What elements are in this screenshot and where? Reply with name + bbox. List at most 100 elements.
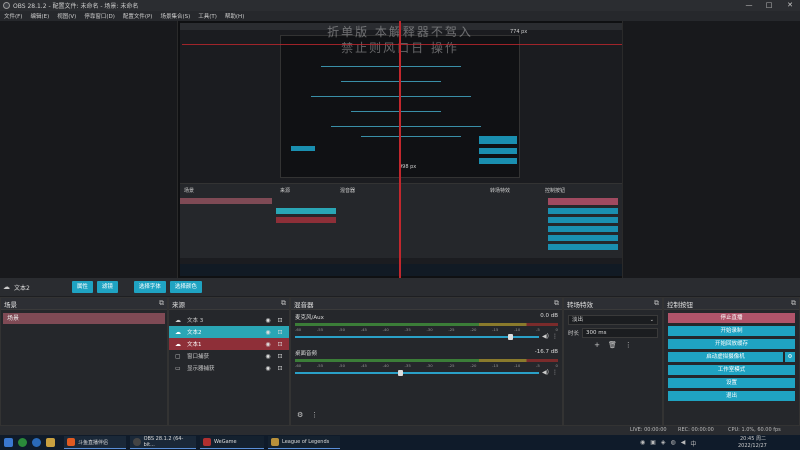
close-button[interactable]: ✕ [780, 0, 800, 11]
gear-icon[interactable]: ⚙ [297, 411, 303, 419]
filters-button[interactable]: 滤镜 [96, 281, 118, 293]
channel-name: 麦克风/Aux [295, 315, 324, 321]
browser-icon[interactable] [18, 438, 27, 447]
dock-float-icon[interactable]: ⧉ [159, 299, 164, 308]
start-replay-buffer-button[interactable]: 开始回放缓存 [668, 339, 795, 349]
source-item-window-capture[interactable]: ▢ 窗口捕获 ◉ ⊡ [169, 350, 289, 362]
speaker-icon[interactable]: ◀) [542, 333, 549, 340]
menu-tools[interactable]: 工具(T) [198, 12, 217, 20]
lock-icon[interactable]: ⊡ [274, 353, 286, 360]
lock-icon[interactable]: ⊡ [274, 317, 286, 324]
stop-streaming-button[interactable]: 停止直播 [668, 313, 795, 323]
settings-button[interactable]: 设置 [668, 378, 795, 388]
window-icon: ▢ [175, 352, 181, 360]
clock-date[interactable]: 2022/12/27 [738, 443, 767, 450]
select-color-button[interactable]: 选择颜色 [169, 281, 202, 293]
more-options-icon[interactable]: ⋮ [552, 369, 558, 376]
input-method-icon[interactable]: 中 [690, 439, 696, 448]
taskbar-app-douyu[interactable]: 斗鱼直播伴侣 [64, 436, 126, 449]
visibility-eye-icon[interactable]: ◉ [262, 353, 274, 360]
menu-docks[interactable]: 停靠窗口(D) [84, 12, 115, 20]
volume-slider[interactable] [295, 369, 540, 376]
menu-view[interactable]: 视图(V) [57, 12, 76, 20]
scale-tick: -55 [316, 327, 324, 332]
studio-mode-button[interactable]: 工作室模式 [668, 365, 795, 375]
audio-meter [295, 359, 558, 362]
menu-edit[interactable]: 编辑(E) [30, 12, 49, 20]
source-label: 窗口捕获 [187, 354, 210, 360]
network-icon[interactable]: ◍ [671, 439, 676, 448]
channel-name: 桌面音频 [295, 351, 318, 357]
lock-icon[interactable]: ⊡ [274, 329, 286, 336]
more-options-icon[interactable]: ⋮ [552, 333, 558, 340]
scale-tick: -55 [316, 363, 324, 368]
window-title: OBS 28.1.2 - 配置文件: 未命名 - 场景: 未命名 [13, 3, 139, 10]
visibility-eye-icon[interactable]: ◉ [262, 341, 274, 348]
obs-logo-icon [3, 2, 10, 9]
dock-float-icon[interactable]: ⧉ [654, 299, 659, 308]
scale-tick: -25 [448, 363, 455, 368]
scenes-dock: 场景 ⧉ 场景 [0, 297, 168, 426]
file-explorer-icon[interactable] [46, 438, 55, 447]
nested-docks: 场景 来源 混音器 转场特效 控制按钮 [180, 183, 622, 258]
lock-icon[interactable]: ⊡ [274, 341, 286, 348]
tray-icon[interactable]: ▣ [650, 439, 656, 448]
lock-icon[interactable]: ⊡ [274, 365, 286, 372]
minimize-button[interactable]: — [739, 0, 759, 11]
scale-tick: -35 [404, 327, 411, 332]
more-options-icon[interactable]: ⋮ [311, 411, 318, 419]
windows-start-icon[interactable] [4, 438, 13, 447]
transition-select[interactable]: 淡出 ⌄ [568, 315, 658, 325]
selected-source-name: 文本2 [14, 284, 30, 292]
taskbar-app-lol[interactable]: League of Legends [268, 436, 340, 449]
duration-input[interactable]: 300 ms [582, 328, 658, 338]
menu-bar: 文件(F) 编辑(E) 视图(V) 停靠窗口(D) 配置文件(P) 场景集合(S… [0, 11, 800, 21]
clock-time[interactable]: 20:45 周二 [740, 436, 766, 443]
menu-profile[interactable]: 配置文件(P) [123, 12, 153, 20]
volume-slider[interactable] [295, 333, 540, 340]
taskbar-app-wegame[interactable]: WeGame [200, 436, 264, 449]
preview-canvas[interactable]: 774 px 998 px 场景 来源 混音器 转场特效 控制按钮 折单版 本解… [177, 21, 623, 278]
menu-file[interactable]: 文件(F) [4, 12, 22, 20]
taskbar-app-label: OBS 28.1.2 (64-bit... [143, 436, 184, 448]
preview-area[interactable]: 774 px 998 px 场景 来源 混音器 转场特效 控制按钮 折单版 本解… [0, 21, 800, 278]
menu-help[interactable]: 帮助(H) [225, 12, 244, 20]
start-virtual-camera-button[interactable]: 启动虚拟摄像机 [668, 352, 783, 362]
maximize-button[interactable]: □ [759, 0, 779, 11]
volume-slider-handle[interactable] [507, 333, 513, 340]
exit-button[interactable]: 退出 [668, 391, 795, 401]
dock-float-icon[interactable]: ⧉ [791, 299, 796, 308]
volume-slider-handle[interactable] [397, 369, 403, 376]
start-recording-button[interactable]: 开始录制 [668, 326, 795, 336]
tray-icon[interactable]: ◉ [640, 439, 645, 448]
properties-button[interactable]: 属性 [71, 281, 93, 293]
speaker-icon[interactable]: ◀) [542, 369, 549, 376]
meter-scale: -60 -55 -50 -45 -40 -35 -30 -25 -20 -15 -10 -5 0 [295, 327, 558, 332]
more-options-icon[interactable]: ⋮ [625, 341, 632, 349]
trash-icon[interactable]: 🗑 [608, 341, 617, 349]
scene-item[interactable]: 场景 [3, 313, 165, 324]
add-icon[interactable]: + [594, 341, 600, 349]
dock-float-icon[interactable]: ⧉ [554, 299, 559, 308]
visibility-eye-icon[interactable]: ◉ [262, 365, 274, 372]
visibility-eye-icon[interactable]: ◉ [262, 329, 274, 336]
source-item-display-capture[interactable]: ▭ 显示器捕获 ◉ ⊡ [169, 362, 289, 374]
mixer-channel-mic: 麦克风/Aux 0.0 dB -60 -55 -50 -45 -40 -35 -30 -25-… [291, 310, 562, 340]
virtual-camera-settings-icon[interactable]: ⚙ [785, 352, 795, 362]
source-item-text3[interactable]: ☁ 文本 3 ◉ ⊡ [169, 314, 289, 326]
mixer-dock: 混音器 ⧉ 麦克风/Aux 0.0 dB -60 -55 -50 -45 -40 -35-… [290, 297, 563, 426]
cloud-icon: ☁ [175, 316, 181, 324]
douyu-icon [67, 438, 75, 446]
visibility-eye-icon[interactable]: ◉ [262, 317, 274, 324]
source-item-text1[interactable]: ☁ 文本1 ◉ ⊡ [169, 338, 289, 350]
dock-float-icon[interactable]: ⧉ [281, 299, 286, 308]
taskbar-app-obs[interactable]: OBS 28.1.2 (64-bit... [130, 436, 196, 449]
menu-scene-collection[interactable]: 场景集合(S) [160, 12, 190, 20]
volume-icon[interactable]: ◀ [681, 439, 686, 448]
scale-tick: -20 [470, 363, 477, 368]
nested-taskbar [180, 264, 622, 276]
select-font-button[interactable]: 选择字体 [133, 281, 166, 293]
tray-icon[interactable]: ◈ [661, 439, 666, 448]
media-player-icon[interactable] [32, 438, 41, 447]
source-item-text2[interactable]: ☁ 文本2 ◉ ⊡ [169, 326, 289, 338]
